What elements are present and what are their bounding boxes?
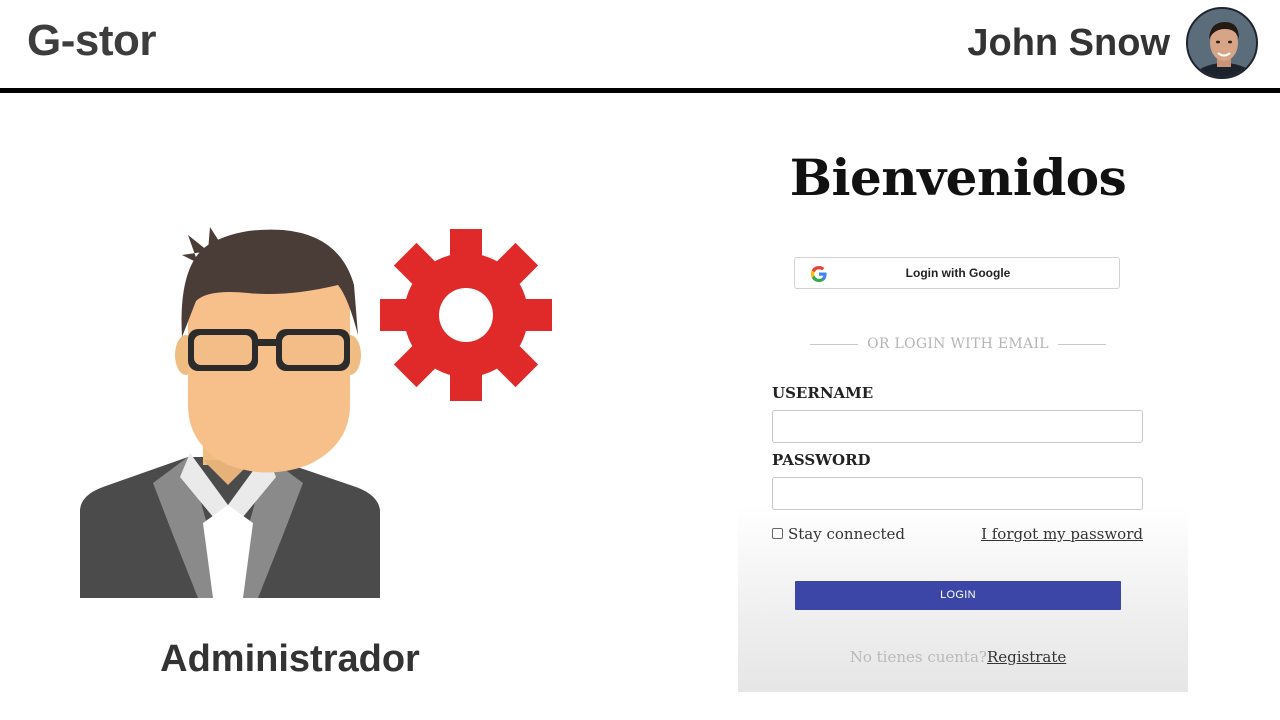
forgot-password-link[interactable]: I forgot my password	[981, 525, 1143, 543]
username-field[interactable]	[772, 410, 1143, 443]
signup-prompt: No tienes cuenta?	[849, 648, 987, 666]
admin-person-icon	[80, 227, 380, 598]
app-header: G-stor John Snow	[0, 0, 1280, 88]
google-button-label: Login with Google	[905, 266, 1011, 280]
admin-label: Administrador	[160, 638, 420, 680]
username-label: USERNAME	[772, 384, 874, 402]
login-title: Bienvenidos	[789, 148, 1127, 207]
brand-logo[interactable]: G-stor	[27, 16, 157, 66]
signup-row: No tienes cuenta?Registrate	[738, 648, 1178, 666]
admin-illustration	[78, 205, 568, 605]
register-link[interactable]: Registrate	[987, 648, 1066, 666]
or-separator: OR LOGIN WITH EMAIL	[810, 336, 1106, 352]
header-divider	[0, 88, 1280, 93]
google-login-button[interactable]: Login with Google	[794, 257, 1120, 289]
password-field[interactable]	[772, 477, 1143, 510]
login-button[interactable]: LOGIN	[795, 581, 1121, 610]
password-label: PASSWORD	[772, 451, 871, 469]
stay-connected-label[interactable]: Stay connected	[788, 525, 905, 543]
separator-line-right	[1058, 344, 1106, 345]
login-panel: Bienvenidos Login with Google OR LOGIN W…	[738, 110, 1188, 692]
user-name[interactable]: John Snow	[967, 22, 1170, 65]
gear-icon	[380, 229, 552, 401]
avatar[interactable]	[1186, 7, 1258, 79]
user-avatar-icon	[1188, 9, 1256, 77]
stay-connected-checkbox[interactable]	[772, 528, 783, 539]
